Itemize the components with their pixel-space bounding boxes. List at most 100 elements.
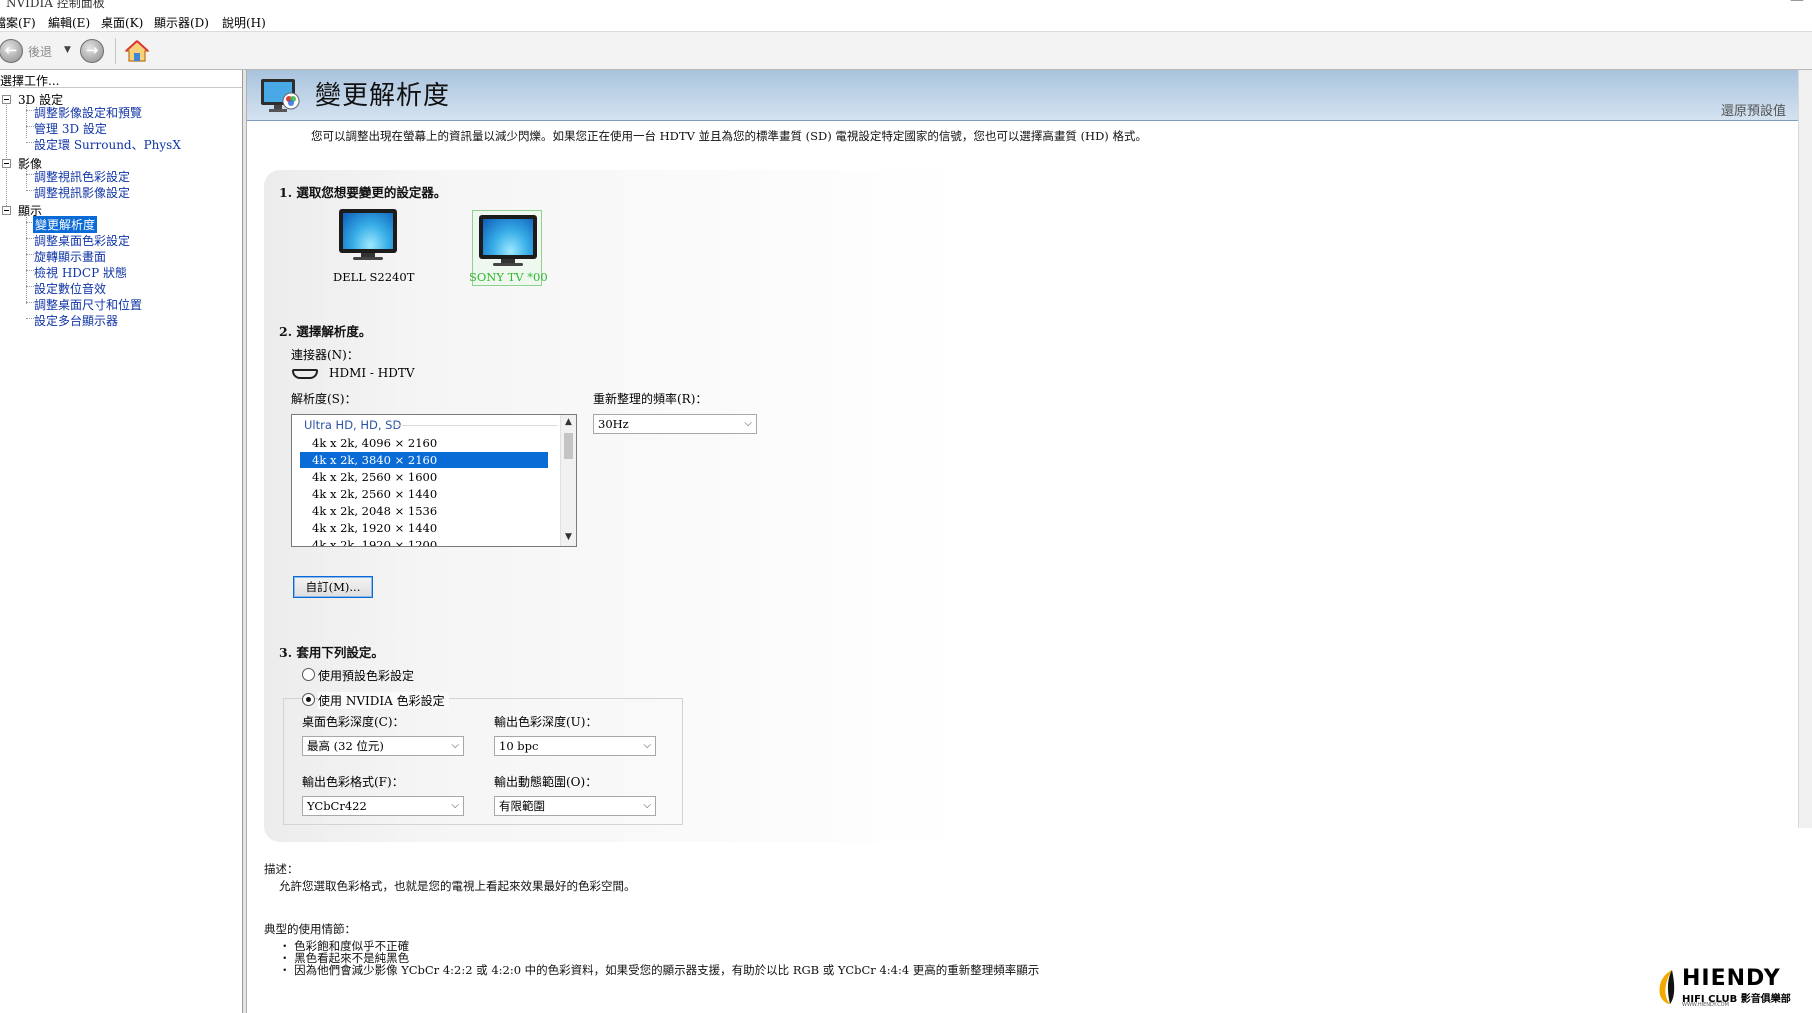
tree-item-manage-3d[interactable]: 管理 3D 設定 [34, 120, 107, 137]
output-depth-label: 輸出色彩深度(U)： [494, 715, 598, 729]
chevron-down-icon: ⌵ [451, 800, 459, 811]
resolution-listbox[interactable]: Ultra HD, HD, SD 4k x 2k, 4096 × 2160 4k… [291, 414, 577, 547]
tree-connector [26, 286, 34, 287]
forward-button[interactable]: → [80, 39, 104, 63]
connector-value: HDMI - HDTV [329, 366, 415, 380]
radio-nvidia-color-label: 使用 NVIDIA 色彩設定 [318, 692, 449, 709]
chevron-down-icon: ⌵ [643, 800, 651, 811]
output-range-label: 輸出動態範圍(O)： [494, 775, 598, 789]
hdmi-icon [292, 369, 318, 379]
tree-connector [26, 238, 34, 239]
monitor-base [493, 263, 523, 266]
menu-file[interactable]: 檔案(F) [0, 14, 36, 31]
tree-item-image-settings[interactable]: 調整影像設定和預覽 [34, 104, 142, 121]
tree-item-rotate-display[interactable]: 旋轉顯示畫面 [34, 248, 106, 265]
menu-desktop[interactable]: 桌面(K) [101, 14, 143, 31]
usage-item-text: 因為他們會減少影像 YCbCr 4:2:2 或 4:2:0 中的色彩資料，如果受… [294, 963, 1040, 977]
section-choose-resolution-title: 2. 選擇解析度。 [279, 324, 372, 339]
history-dropdown-icon[interactable]: ▼ [64, 45, 71, 55]
minimize-button[interactable]: — [1790, 0, 1804, 8]
window-titlebar: NVIDIA 控制面板 — [0, 0, 1812, 12]
collapse-video-icon[interactable] [2, 159, 11, 168]
scroll-thumb[interactable] [564, 433, 573, 459]
radio-default-color[interactable] [302, 668, 315, 681]
tree-connector [26, 174, 34, 175]
display-label-dell: DELL S2240T [333, 270, 415, 284]
watermark-brand: HIENDY [1682, 966, 1781, 991]
chevron-down-icon: ⌵ [643, 740, 651, 751]
resolution-option[interactable]: 4k x 2k, 2560 × 1600 [300, 469, 548, 485]
scroll-down-icon[interactable]: ▼ [561, 532, 576, 542]
toolbar: ← 後退 ▼ → [0, 32, 1812, 70]
customize-button[interactable]: 自訂(M)... [293, 576, 373, 598]
resolution-option[interactable]: 4k x 2k, 4096 × 2160 [300, 435, 548, 451]
back-label: 後退 [28, 45, 53, 59]
toolbar-separator [115, 38, 116, 64]
menu-help[interactable]: 說明(H) [222, 14, 266, 31]
tree-item-desktop-color[interactable]: 調整桌面色彩設定 [34, 232, 130, 249]
resolution-option[interactable]: 4k x 2k, 2048 × 1536 [300, 503, 548, 519]
hiendy-watermark: HIENDY HIFI CLUB 影音俱樂部 WWW.HIENDY.COM [1656, 966, 1806, 1010]
radio-default-color-label: 使用預設色彩設定 [318, 669, 415, 683]
chevron-down-icon: ⌵ [744, 418, 752, 429]
task-pane: 選擇工作... 3D 設定 調整影像設定和預覽 管理 3D 設定 設定環 Sur… [0, 70, 243, 1013]
desktop-depth-dropdown[interactable]: 最高 (32 位元) ⌵ [302, 736, 464, 756]
resolution-option[interactable]: 4k x 2k, 1920 × 1440 [300, 520, 548, 536]
menu-bar: 檔案(F) 編輯(E) 桌面(K) 顯示器(D) 說明(H) [0, 12, 1812, 32]
resolution-label: 解析度(S)： [291, 392, 357, 406]
menu-edit[interactable]: 編輯(E) [48, 14, 90, 31]
watermark-url: WWW.HIENDY.COM [1682, 1002, 1729, 1008]
tree-item-desktop-size[interactable]: 調整桌面尺寸和位置 [34, 296, 142, 313]
usage-label: 典型的使用情節： [264, 922, 356, 936]
back-button[interactable]: ← [0, 39, 23, 63]
menu-display[interactable]: 顯示器(D) [154, 14, 209, 31]
section-apply-settings-title: 3. 套用下列設定。 [279, 645, 384, 660]
tree-connector [6, 100, 7, 206]
home-icon[interactable] [124, 39, 150, 63]
page-header: 變更解析度 還原預設值 [247, 70, 1798, 121]
restore-defaults-link[interactable]: 還原預設值 [1721, 100, 1786, 119]
page-title: 變更解析度 [315, 81, 451, 111]
usage-item: ・ 因為他們會減少影像 YCbCr 4:2:2 或 4:2:0 中的色彩資料，如… [279, 963, 1040, 977]
content-scrollbar[interactable] [1798, 70, 1812, 828]
desktop-depth-value: 最高 (32 位元) [307, 739, 384, 753]
display-settings-icon [261, 79, 300, 112]
tree-item-surround-physx[interactable]: 設定環 Surround、PhysX [34, 136, 181, 153]
display-label-sony: SONY TV *00 [469, 270, 548, 284]
scroll-up-icon[interactable]: ▲ [561, 417, 576, 427]
resolution-option[interactable]: 4k x 2k, 1920 × 1200 [300, 537, 548, 546]
description-text: 允許您選取色彩格式，也就是您的電視上看起來效果最好的色彩空間。 [279, 879, 636, 893]
collapse-display-icon[interactable] [2, 206, 11, 215]
resolution-list-scrollbar[interactable]: ▲ ▼ [560, 415, 576, 546]
refresh-rate-label: 重新整理的頻率(R)： [593, 392, 708, 406]
refresh-rate-dropdown[interactable]: 30Hz ⌵ [593, 414, 757, 434]
tree-item-video-color[interactable]: 調整視訊色彩設定 [34, 168, 130, 185]
refresh-rate-value: 30Hz [598, 417, 629, 431]
desktop-depth-label: 桌面色彩深度(C)： [302, 715, 405, 729]
task-pane-divider [0, 87, 242, 88]
tree-item-multiple-displays[interactable]: 設定多台顯示器 [34, 312, 118, 329]
window-title: NVIDIA 控制面板 [6, 0, 105, 10]
output-depth-dropdown[interactable]: 10 bpc ⌵ [494, 736, 656, 756]
tree-connector [26, 302, 34, 303]
collapse-3d-icon[interactable] [2, 95, 11, 104]
tree-item-video-image[interactable]: 調整視訊影像設定 [34, 184, 130, 201]
output-format-label: 輸出色彩格式(F)： [302, 775, 404, 789]
monitor-icon [479, 215, 537, 259]
tree-item-hdcp-status[interactable]: 檢視 HDCP 狀態 [34, 264, 127, 281]
output-format-dropdown[interactable]: YCbCr422 ⌵ [302, 796, 464, 816]
resolution-option-selected[interactable]: 4k x 2k, 3840 × 2160 [300, 452, 548, 468]
tree-item-digital-audio[interactable]: 設定數位音效 [34, 280, 106, 297]
resolution-option[interactable]: 4k x 2k, 2560 × 1440 [300, 486, 548, 502]
tree-connector [26, 318, 34, 319]
hiendy-logo-mark-icon [1659, 970, 1675, 1004]
tree-connector [26, 110, 34, 111]
monitor-icon [339, 209, 397, 253]
tree-item-change-resolution[interactable]: 變更解析度 [33, 216, 98, 233]
output-range-dropdown[interactable]: 有限範圍 ⌵ [494, 796, 656, 816]
connector-label: 連接器(N)： [291, 348, 359, 362]
tree-connector [26, 142, 34, 143]
radio-nvidia-color[interactable] [302, 693, 315, 706]
forward-arrow-icon: → [85, 41, 99, 59]
monitor-base [353, 257, 383, 260]
